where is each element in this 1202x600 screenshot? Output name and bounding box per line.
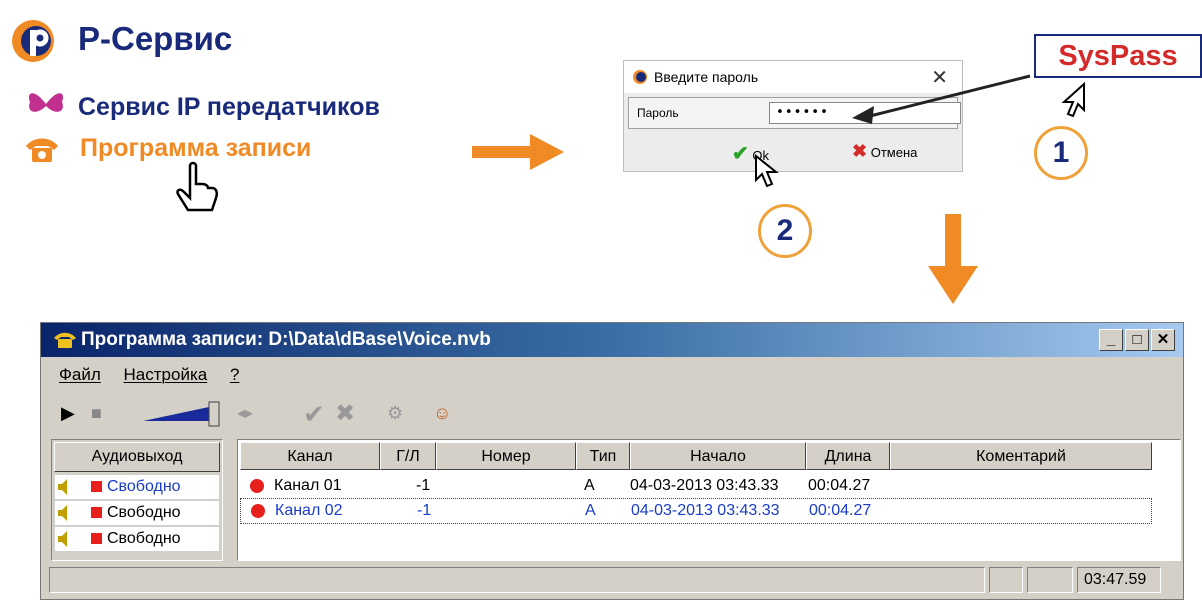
list-item[interactable]: Свободно: [54, 474, 220, 500]
status-time: 03:47.59: [1077, 567, 1161, 593]
column-length[interactable]: Длина: [806, 442, 890, 470]
menu-recording-program[interactable]: Программа записи: [80, 134, 311, 163]
toolbar: ▶ ■ ◂▸ ✔ ✖ ⚙ ☺: [51, 397, 1171, 431]
menu-ip-transmitters[interactable]: Сервис IP передатчиков: [78, 93, 380, 122]
menu-help[interactable]: ?: [230, 365, 239, 384]
list-item[interactable]: Свободно: [54, 500, 220, 526]
cell-length: 00:04.27: [809, 502, 872, 519]
audio-status: Свободно: [107, 530, 181, 547]
brand-title: P-Сервис: [78, 20, 233, 57]
cancel-button[interactable]: ✖ Отмена: [852, 141, 917, 162]
phone-icon: [26, 138, 58, 162]
column-start[interactable]: Начало: [630, 442, 806, 470]
column-type[interactable]: Тип: [576, 442, 630, 470]
dialog-title-bar: Введите пароль ✕: [624, 61, 962, 93]
menu-settings[interactable]: Настройка: [124, 365, 208, 384]
check-icon: ✔: [732, 143, 749, 165]
menu-bar: Файл Настройка ?: [59, 365, 257, 385]
audio-output-header[interactable]: Аудиовыход: [54, 442, 220, 472]
password-label: Пароль: [637, 106, 679, 120]
list-item[interactable]: Свободно: [54, 526, 220, 552]
cell-channel: Канал 02: [275, 502, 343, 519]
cross-icon[interactable]: ✖: [335, 399, 355, 428]
dialog-title: Введите пароль: [654, 69, 759, 85]
status-panel: [49, 567, 985, 593]
recording-program-window: Программа записи: D:\Data\dBase\Voice.nv…: [40, 322, 1184, 600]
cell-type: A: [585, 502, 596, 519]
status-indicator: [91, 507, 102, 518]
audio-output-panel: Аудиовыход Свободно Свободно Свободно: [51, 439, 223, 561]
arrow-down-icon: [928, 214, 978, 304]
cell-type: A: [584, 477, 595, 494]
step-1-badge: 1: [1034, 126, 1088, 180]
speaker-icon: [58, 479, 67, 495]
table-row[interactable]: Канал 01 -1 A 04-03-2013 03:43.33 00:04.…: [240, 474, 1152, 498]
check-icon[interactable]: ✔: [303, 399, 325, 430]
table-row[interactable]: Канал 02 -1 A 04-03-2013 03:43.33 00:04.…: [240, 498, 1152, 524]
password-dialog: Введите пароль ✕ Пароль •••••• ✔ Ok ✖ От…: [623, 60, 963, 172]
mouse-cursor-icon: [755, 154, 779, 188]
password-input[interactable]: ••••••: [769, 102, 961, 124]
p-service-logo-icon: [12, 20, 54, 62]
settings-icon[interactable]: ⚙: [387, 403, 403, 424]
cell-gl: -1: [416, 477, 431, 494]
stop-icon[interactable]: ■: [91, 403, 102, 424]
syspass-label: SysPass: [1034, 34, 1202, 78]
play-icon[interactable]: ▶: [61, 403, 75, 424]
cell-start: 04-03-2013 03:43.33: [631, 502, 780, 519]
phone-icon: [54, 332, 76, 348]
cancel-label: Отмена: [870, 145, 918, 160]
menu-file[interactable]: Файл: [59, 365, 101, 384]
status-panel: [1027, 567, 1073, 593]
minimize-button[interactable]: _: [1099, 329, 1123, 351]
audio-status: Свободно: [107, 478, 181, 495]
speaker-icon: [58, 531, 67, 547]
arrow-right-icon: [472, 134, 564, 170]
maximize-button[interactable]: □: [1125, 329, 1149, 351]
record-indicator: [250, 479, 264, 493]
cell-start: 04-03-2013 03:43.33: [630, 477, 779, 494]
recordings-table: Канал Г/Л Номер Тип Начало Длина Комента…: [237, 439, 1181, 561]
column-number[interactable]: Номер: [436, 442, 576, 470]
audio-status: Свободно: [107, 504, 181, 521]
step-2-badge: 2: [758, 204, 812, 258]
user-icon[interactable]: ☺: [433, 403, 451, 424]
dialog-close-icon[interactable]: ✕: [931, 65, 948, 90]
column-channel[interactable]: Канал: [240, 442, 380, 470]
rewind-icon[interactable]: ◂▸: [237, 403, 253, 423]
status-bar: 03:47.59: [49, 567, 1177, 593]
window-title: Программа записи: D:\Data\dBase\Voice.nv…: [81, 329, 491, 350]
mouse-cursor-icon: [1061, 82, 1085, 118]
window-title-bar: Программа записи: D:\Data\dBase\Voice.nv…: [41, 323, 1183, 357]
password-row: Пароль ••••••: [628, 97, 961, 129]
cross-icon: ✖: [852, 141, 868, 161]
cell-gl: -1: [417, 502, 432, 519]
cell-channel: Канал 01: [274, 477, 342, 494]
record-indicator: [251, 504, 265, 518]
hand-pointer-icon: [176, 161, 219, 212]
column-comment[interactable]: Коментарий: [890, 442, 1152, 470]
close-button[interactable]: ✕: [1151, 329, 1175, 351]
volume-slider[interactable]: [139, 401, 225, 427]
butterfly-icon: [28, 93, 64, 112]
status-indicator: [91, 481, 102, 492]
status-panel: [989, 567, 1023, 593]
column-gl[interactable]: Г/Л: [380, 442, 436, 470]
cell-length: 00:04.27: [808, 477, 871, 494]
status-indicator: [91, 533, 102, 544]
app-logo-icon: [633, 70, 647, 84]
speaker-icon: [58, 505, 67, 521]
